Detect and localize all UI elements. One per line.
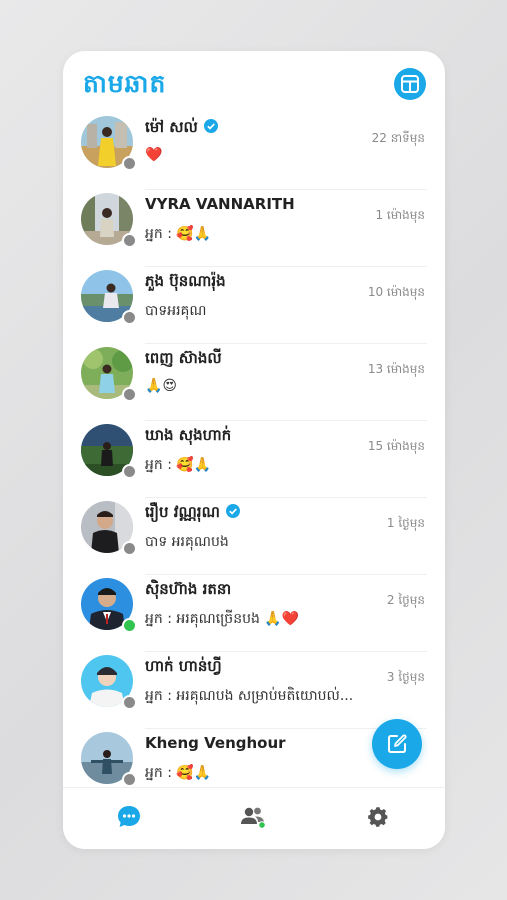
contact-name: ពេញ ស៊ាងលី <box>145 349 222 367</box>
message-preview: ❤️ <box>145 147 163 163</box>
chat-row[interactable]: រឿប វណ្ណរុណ បាទ អរគុណបង 1 ថ្ងៃមុន <box>63 498 445 575</box>
bottom-nav <box>63 787 445 849</box>
status-dot <box>122 618 137 633</box>
message-preview: អ្នក : អរគុណបង សម្រាប់មតិយោបល់... <box>145 688 354 704</box>
contact-name: ឃាង សុងហាក់ <box>145 426 232 444</box>
message-preview: អ្នក : អរគុណច្រើនបង 🙏❤️ <box>145 611 300 627</box>
tab-settings[interactable] <box>363 802 393 832</box>
status-dot <box>122 772 137 787</box>
timestamp: 1 ថ្ងៃមុន <box>386 516 425 530</box>
status-dot <box>122 695 137 710</box>
status-dot <box>122 156 137 171</box>
tab-chats[interactable] <box>114 802 144 832</box>
message-preview: បាទអរគុណ <box>145 303 207 319</box>
message-preview: អ្នក : 🥰🙏 <box>145 457 212 473</box>
chat-row[interactable]: ម៉ៅ សល់ ❤️ 22 នាទីមុន <box>63 113 445 190</box>
timestamp: 13 ម៉ោងមុន <box>367 362 425 376</box>
status-dot <box>122 310 137 325</box>
tab-contacts[interactable] <box>238 802 268 832</box>
chat-row[interactable]: ហាក់ ហាន់ហ្វី អ្នក : អរគុណបង សម្រាប់មតិយ… <box>63 652 445 729</box>
chat-row[interactable]: ពេញ ស៊ាងលី 🙏😍 13 ម៉ោងមុន <box>63 344 445 421</box>
verified-badge-icon <box>203 118 218 133</box>
contact-name: Kheng Venghour <box>145 734 286 752</box>
timestamp: 2 ថ្ងៃមុន <box>386 593 425 607</box>
timestamp: 15 ម៉ោងមុន <box>367 439 425 453</box>
chat-row[interactable]: VYRA VANNARITH អ្នក : 🥰🙏 1 ម៉ោងមុន <box>63 190 445 267</box>
people-icon <box>241 807 266 829</box>
compose-button[interactable] <box>372 719 422 769</box>
contact-name: VYRA VANNARITH <box>145 195 295 213</box>
chat-bubble-icon <box>118 806 140 827</box>
verified-badge-icon <box>225 503 240 518</box>
timestamp: 22 នាទីមុន <box>371 131 425 145</box>
layout-grid-icon <box>401 75 419 93</box>
chat-row[interactable]: ស៊ិនហ៊ាង រតនា អ្នក : អរគុណច្រើនបង 🙏❤️ 2 … <box>63 575 445 652</box>
message-preview: 🙏😍 <box>145 378 178 394</box>
message-preview: បាទ អរគុណបង <box>145 534 229 550</box>
status-dot <box>122 541 137 556</box>
app-card: តាមឆាត ម៉ៅ សល់ ❤️ 22 នាទីមុន VYRA VANNAR… <box>63 51 445 849</box>
message-preview: អ្នក : 🥰🙏 <box>145 226 212 242</box>
layout-button[interactable] <box>394 68 426 100</box>
status-dot <box>122 464 137 479</box>
timestamp: 10 ម៉ោងមុន <box>367 285 425 299</box>
contact-name: ហាក់ ហាន់ហ្វី <box>145 657 222 675</box>
header: តាមឆាត <box>63 51 445 113</box>
contact-name: ភួង ប៊ុនណារ៉ុង <box>145 272 226 290</box>
status-dot <box>122 387 137 402</box>
gear-icon <box>368 807 388 827</box>
compose-icon <box>388 734 407 753</box>
contact-name: ស៊ិនហ៊ាង រតនា <box>145 580 232 598</box>
status-dot <box>122 233 137 248</box>
contact-name: រឿប វណ្ណរុណ <box>145 503 240 525</box>
contact-name: ម៉ៅ សល់ <box>145 118 218 140</box>
chat-row[interactable]: ឃាង សុងហាក់ អ្នក : 🥰🙏 15 ម៉ោងមុន <box>63 421 445 498</box>
app-title: តាមឆាត <box>83 69 167 98</box>
timestamp: 1 ម៉ោងមុន <box>375 208 425 222</box>
chat-row[interactable]: ភួង ប៊ុនណារ៉ុង បាទអរគុណ 10 ម៉ោងមុន <box>63 267 445 344</box>
timestamp: 3 ថ្ងៃមុន <box>386 670 425 684</box>
message-preview: អ្នក : 🥰🙏 <box>145 765 212 781</box>
